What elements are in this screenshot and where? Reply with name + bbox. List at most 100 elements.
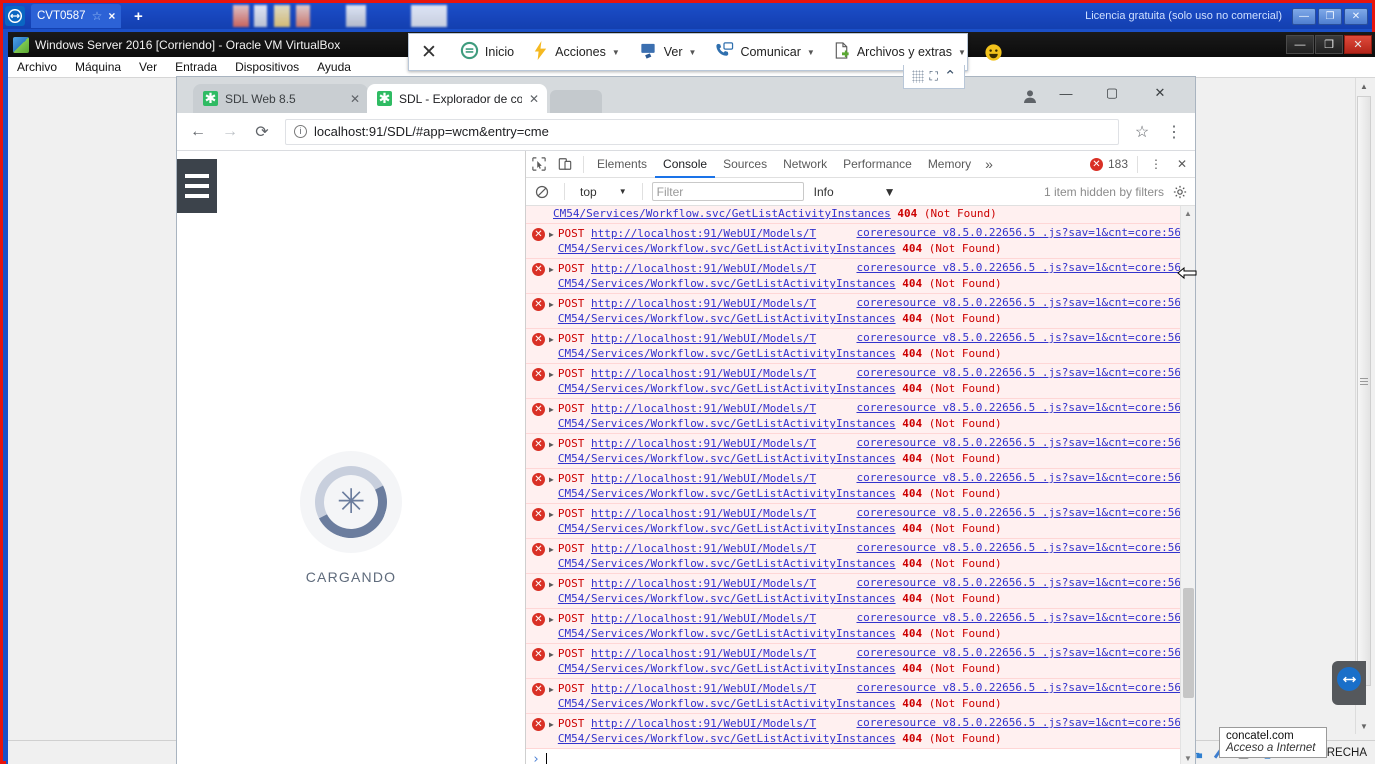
console-message-source-link[interactable]: coreresource v8.5.0.22656.5 .js?sav=1&cn…: [856, 331, 1181, 344]
tab-performance[interactable]: Performance: [835, 151, 920, 178]
log-level-selector[interactable]: Info ▼: [808, 185, 902, 199]
scroll-down-arrow-icon[interactable]: ▼: [1181, 751, 1195, 764]
star-icon[interactable]: ☆: [92, 9, 103, 23]
console-message-row[interactable]: ✕ ▶ POST http://localhost:91/WebUI/Models/…: [526, 364, 1195, 399]
new-tab-button[interactable]: +: [127, 8, 149, 25]
expand-arrow-icon[interactable]: ▶: [549, 265, 554, 274]
devtools-menu-icon[interactable]: ⋮: [1143, 151, 1169, 177]
maximize-button[interactable]: ▢: [1089, 77, 1135, 109]
console-message-row[interactable]: ✕ ▶ POST http://localhost:91/WebUI/Models/…: [526, 574, 1195, 609]
expand-arrow-icon[interactable]: ▶: [549, 475, 554, 484]
maximize-button[interactable]: ❐: [1318, 7, 1342, 25]
console-message-row[interactable]: ✕ ▶ POST http://localhost:91/WebUI/Models/…: [526, 224, 1195, 259]
tab-network[interactable]: Network: [775, 151, 835, 178]
address-bar[interactable]: i localhost:91/SDL/#app=wcm&entry=cme: [285, 118, 1119, 145]
more-tabs-icon[interactable]: »: [979, 156, 999, 172]
menu-item-archivo[interactable]: Archivo: [8, 60, 66, 74]
console-message-row[interactable]: ✕ ▶ POST http://localhost:91/WebUI/Models/…: [526, 609, 1195, 644]
toolbar-item-acciones[interactable]: Acciones ▼: [523, 34, 629, 70]
console-message-source-link[interactable]: coreresource v8.5.0.22656.5 .js?sav=1&cn…: [856, 401, 1181, 414]
expand-arrow-icon[interactable]: ▶: [549, 580, 554, 589]
close-button[interactable]: ✕: [1344, 35, 1372, 54]
menu-item-dispositivos[interactable]: Dispositivos: [226, 60, 308, 74]
console-message-source-link[interactable]: coreresource v8.5.0.22656.5 .js?sav=1&cn…: [856, 296, 1181, 309]
console-message-row[interactable]: ✕ ▶ POST http://localhost:91/WebUI/Models/…: [526, 504, 1195, 539]
scroll-down-arrow-icon[interactable]: ▼: [1356, 718, 1372, 734]
close-button[interactable]: ✕: [1137, 77, 1183, 109]
console-message-row[interactable]: ✕ ▶ POST http://localhost:91/WebUI/Models/…: [526, 329, 1195, 364]
execution-context-selector[interactable]: top ▼: [574, 185, 633, 199]
devtools-close-icon[interactable]: ✕: [1169, 151, 1195, 177]
scroll-up-arrow-icon[interactable]: ▲: [1356, 78, 1372, 94]
grip-icon[interactable]: [911, 70, 924, 83]
gear-icon[interactable]: [1168, 185, 1192, 199]
teamviewer-side-widget[interactable]: [1332, 661, 1366, 705]
expand-arrow-icon[interactable]: ▶: [549, 720, 554, 729]
scroll-up-arrow-icon[interactable]: ▲: [1181, 206, 1195, 220]
collapse-icon[interactable]: ⌃: [944, 69, 957, 84]
expand-arrow-icon[interactable]: ▶: [549, 510, 554, 519]
teamviewer-session-tab[interactable]: CVT0587 ☆ ×: [31, 4, 122, 28]
close-icon[interactable]: ✕: [350, 92, 360, 106]
console-message-source-link[interactable]: coreresource v8.5.0.22656.5 .js?sav=1&cn…: [856, 576, 1181, 589]
menu-item-ayuda[interactable]: Ayuda: [308, 60, 360, 74]
inspect-cursor-icon[interactable]: [526, 151, 552, 177]
chrome-menu-icon[interactable]: ⋮: [1159, 117, 1189, 147]
console-message-row[interactable]: ✕ ▶ POST http://localhost:91/WebUI/Models/…: [526, 294, 1195, 329]
console-message-row[interactable]: ✕ ▶ POST http://localhost:91/WebUI/Models/…: [526, 539, 1195, 574]
console-message-row[interactable]: ✕ ▶ POST http://localhost:91/WebUI/Models/…: [526, 714, 1195, 749]
expand-arrow-icon[interactable]: ▶: [549, 370, 554, 379]
browser-tab-2[interactable]: SDL - Explorador de cont ✕: [367, 84, 547, 113]
smiley-icon[interactable]: [975, 34, 1012, 70]
console-message-list[interactable]: CM54/Services/Workflow.svc/GetListActivi…: [526, 206, 1195, 764]
expand-arrow-icon[interactable]: ▶: [549, 440, 554, 449]
console-message-row[interactable]: ✕ ▶ POST http://localhost:91/WebUI/Models/…: [526, 679, 1195, 714]
console-message-partial[interactable]: CM54/Services/Workflow.svc/GetListActivi…: [526, 206, 1195, 224]
devtools-error-summary[interactable]: ✕ 183: [1089, 157, 1132, 171]
menu-item-maquina[interactable]: Máquina: [66, 60, 130, 74]
forward-button[interactable]: →: [215, 117, 245, 147]
toolbar-item-ver[interactable]: Ver ▼: [629, 34, 706, 70]
close-icon[interactable]: ×: [108, 9, 115, 23]
console-prompt[interactable]: ›: [526, 749, 1195, 764]
fullscreen-icon[interactable]: ⛶: [930, 69, 938, 84]
toolbar-item-inicio[interactable]: Inicio: [451, 34, 523, 70]
restore-button[interactable]: ❐: [1315, 35, 1343, 54]
console-message-row[interactable]: ✕ ▶ POST http://localhost:91/WebUI/Models/…: [526, 434, 1195, 469]
console-message-source-link[interactable]: coreresource v8.5.0.22656.5 .js?sav=1&cn…: [856, 471, 1181, 484]
site-info-icon[interactable]: i: [294, 125, 307, 138]
console-message-source-link[interactable]: coreresource v8.5.0.22656.5 .js?sav=1&cn…: [856, 226, 1181, 239]
scrollbar-thumb[interactable]: [1183, 588, 1194, 698]
toolbar-item-comunicar[interactable]: Comunicar ▼: [705, 34, 823, 70]
console-message-row[interactable]: ✕ ▶ POST http://localhost:91/WebUI/Models/…: [526, 469, 1195, 504]
browser-tab-1[interactable]: SDL Web 8.5 ✕: [193, 84, 368, 113]
console-message-source-link[interactable]: coreresource v8.5.0.22656.5 .js?sav=1&cn…: [856, 541, 1181, 554]
expand-arrow-icon[interactable]: ▶: [549, 650, 554, 659]
console-scrollbar[interactable]: ▲ ▼: [1180, 206, 1195, 764]
console-message-source-link[interactable]: coreresource v8.5.0.22656.5 .js?sav=1&cn…: [856, 716, 1181, 729]
clear-console-icon[interactable]: [529, 179, 555, 205]
close-icon[interactable]: ✕: [409, 41, 451, 64]
minimize-button[interactable]: —: [1043, 77, 1089, 109]
console-message-source-link[interactable]: coreresource v8.5.0.22656.5 .js?sav=1&cn…: [856, 611, 1181, 624]
console-message-source-link[interactable]: coreresource v8.5.0.22656.5 .js?sav=1&cn…: [856, 646, 1181, 659]
reload-button[interactable]: ⟳: [247, 117, 277, 147]
close-button[interactable]: ✕: [1344, 7, 1368, 25]
guest-scrollbar[interactable]: ▲ ▼: [1355, 78, 1372, 734]
account-icon[interactable]: [1017, 83, 1043, 109]
tab-elements[interactable]: Elements: [589, 151, 655, 178]
menu-item-ver[interactable]: Ver: [130, 60, 166, 74]
menu-item-entrada[interactable]: Entrada: [166, 60, 226, 74]
tab-sources[interactable]: Sources: [715, 151, 775, 178]
expand-arrow-icon[interactable]: ▶: [549, 405, 554, 414]
console-message-source-link[interactable]: coreresource v8.5.0.22656.5 .js?sav=1&cn…: [856, 261, 1181, 274]
console-message-source-link[interactable]: coreresource v8.5.0.22656.5 .js?sav=1&cn…: [856, 366, 1181, 379]
expand-arrow-icon[interactable]: ▶: [549, 615, 554, 624]
minimize-button[interactable]: —: [1292, 7, 1316, 25]
back-button[interactable]: ←: [183, 117, 213, 147]
expand-arrow-icon[interactable]: ▶: [549, 300, 554, 309]
expand-arrow-icon[interactable]: ▶: [549, 230, 554, 239]
tab-console[interactable]: Console: [655, 151, 716, 178]
expand-arrow-icon[interactable]: ▶: [549, 685, 554, 694]
console-message-source-link[interactable]: coreresource v8.5.0.22656.5 .js?sav=1&cn…: [856, 681, 1181, 694]
